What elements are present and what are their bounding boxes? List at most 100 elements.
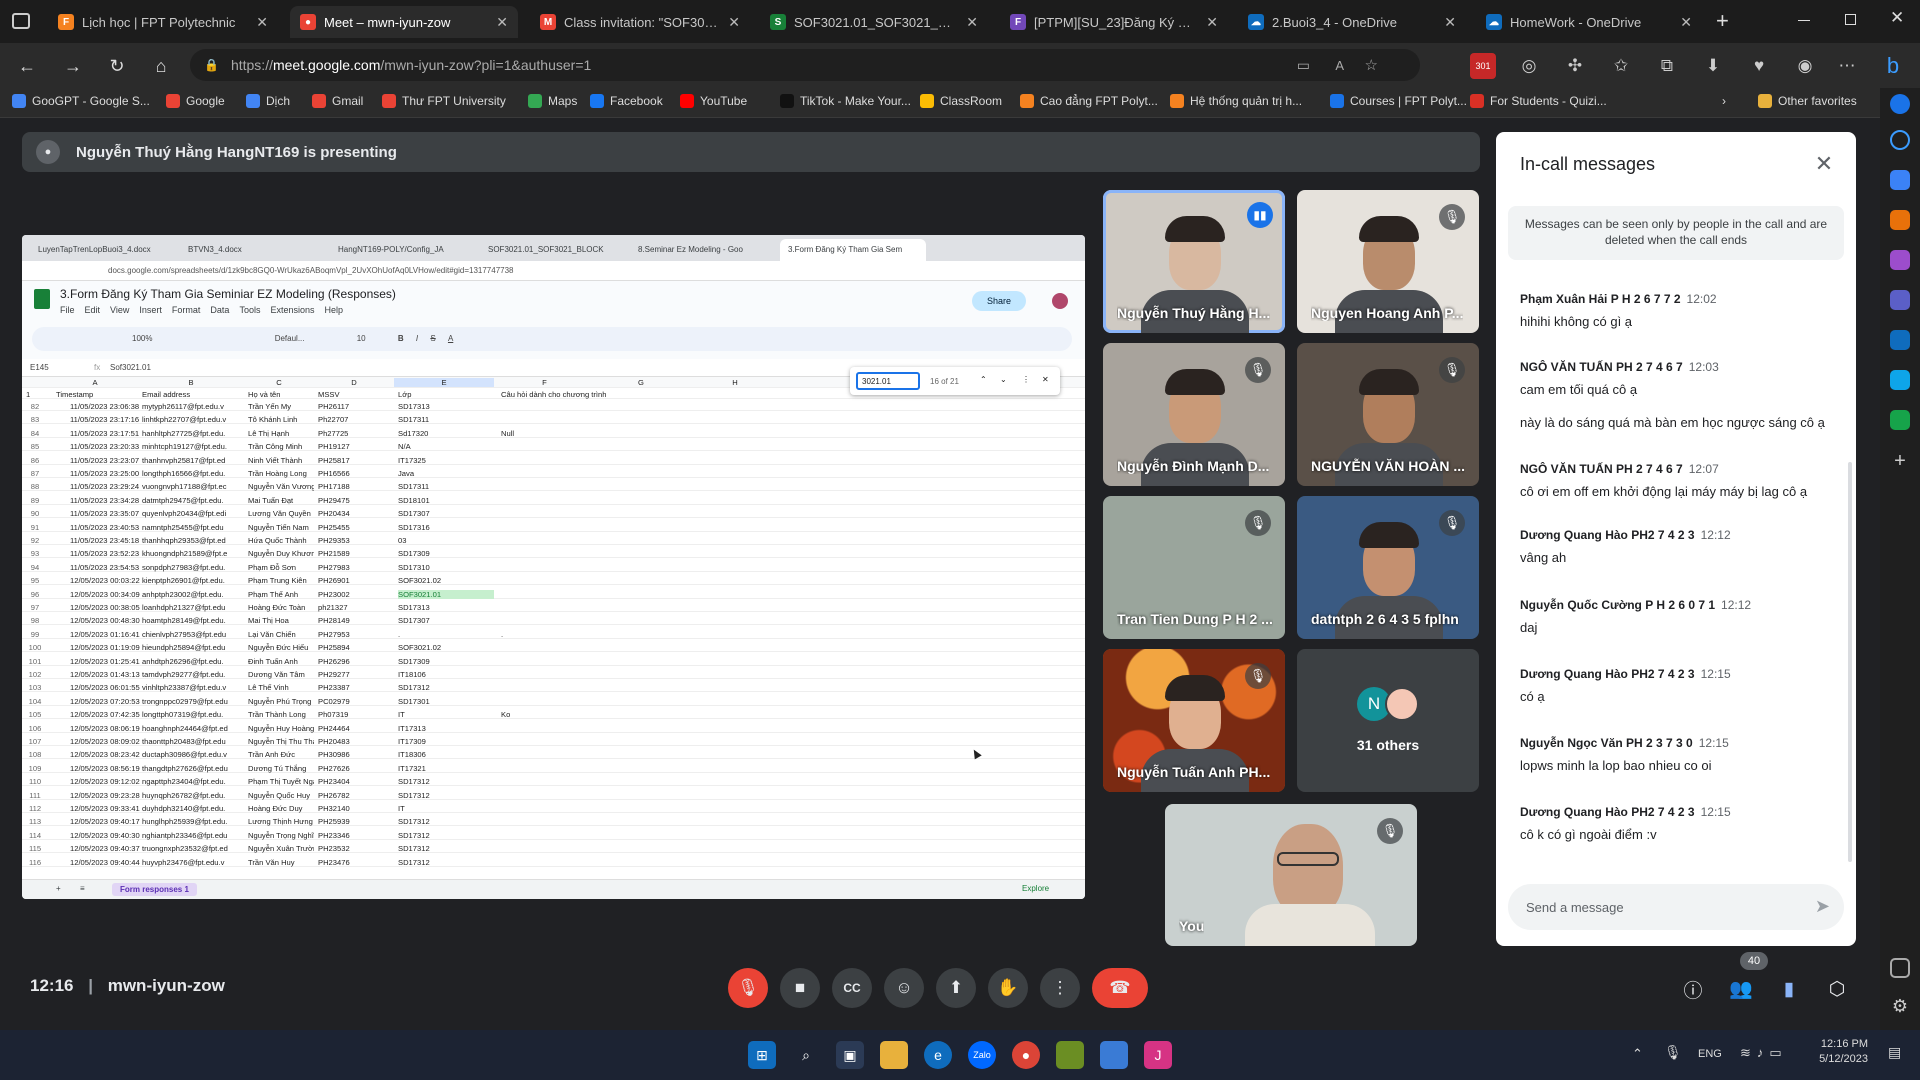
weather-icon[interactable] bbox=[1100, 1041, 1128, 1069]
tab-close-icon[interactable]: ✕ bbox=[966, 14, 978, 31]
drop-icon[interactable] bbox=[1890, 370, 1910, 390]
outlook-icon[interactable] bbox=[1890, 330, 1910, 350]
bookmark-item[interactable]: For Students - Quizi... bbox=[1470, 94, 1607, 108]
bookmarks-overflow-chevron-icon[interactable]: › bbox=[1722, 94, 1726, 108]
bookmark-item[interactable]: Maps bbox=[528, 94, 577, 108]
edge-icon[interactable]: e bbox=[924, 1041, 952, 1069]
participant-tile[interactable]: ▮▮ Nguyễn Thuý Hằng H... bbox=[1103, 190, 1285, 333]
send-icon[interactable]: ➤ bbox=[1815, 896, 1830, 917]
bookmark-item[interactable]: Dịch bbox=[246, 94, 290, 108]
favorite-star-icon[interactable]: ☆ bbox=[1365, 56, 1378, 74]
extension-icon[interactable]: ◎ bbox=[1516, 53, 1542, 79]
bookmark-item[interactable]: YouTube bbox=[680, 94, 747, 108]
tab-close-icon[interactable]: ✕ bbox=[256, 14, 268, 31]
participant-tile[interactable]: 🎙 Tran Tien Dung P H 2 ... bbox=[1103, 496, 1285, 639]
mic-off-button[interactable]: 🎙 bbox=[728, 968, 768, 1008]
participant-tile[interactable]: 🎙 datntph 2 6 4 3 5 fplhn bbox=[1297, 496, 1479, 639]
settings-more-icon[interactable]: ⋯ bbox=[1834, 53, 1860, 79]
bookmark-item[interactable]: Gmail bbox=[312, 94, 363, 108]
tab-close-icon[interactable]: ✕ bbox=[1444, 14, 1456, 31]
self-tile[interactable]: 🎙 You bbox=[1165, 804, 1417, 946]
jetbrains-icon[interactable]: J bbox=[1144, 1041, 1172, 1069]
search-icon[interactable] bbox=[1890, 130, 1910, 150]
read-aloud-icon[interactable]: A bbox=[1335, 58, 1344, 73]
zalo-icon[interactable]: Zalo bbox=[968, 1041, 996, 1069]
participant-tile[interactable]: 🎙 NGUYỄN VĂN HOÀN ... bbox=[1297, 343, 1479, 486]
others-tile[interactable]: N 31 others bbox=[1297, 649, 1479, 792]
camera-button[interactable]: ■ bbox=[780, 968, 820, 1008]
browser-tab[interactable]: F Lịch học | FPT Polytechnic ✕ bbox=[48, 6, 278, 38]
add-sidebar-app-icon[interactable]: + bbox=[1890, 451, 1910, 472]
people-icon[interactable]: 👥 bbox=[1726, 976, 1756, 1002]
raise-hand-button[interactable]: ✋ bbox=[988, 968, 1028, 1008]
bookmark-item[interactable]: ClassRoom bbox=[920, 94, 1002, 108]
tab-close-icon[interactable]: ✕ bbox=[1206, 14, 1218, 31]
browser-tab[interactable]: M Class invitation: "SOF3021.01_SO ✕ bbox=[530, 6, 750, 38]
extensions-puzzle-icon[interactable]: ✣ bbox=[1562, 53, 1588, 79]
other-favorites-folder[interactable]: Other favorites bbox=[1758, 94, 1857, 108]
tab-close-icon[interactable]: ✕ bbox=[496, 14, 508, 31]
chat-close-icon[interactable]: ✕ bbox=[1812, 152, 1836, 176]
bookmark-item[interactable]: Cao đẳng FPT Polyt... bbox=[1020, 94, 1158, 108]
bookmark-item[interactable]: GooGPT - Google S... bbox=[12, 94, 150, 108]
close-window-button[interactable]: ✕ bbox=[1890, 8, 1904, 28]
bookmark-item[interactable]: TikTok - Make Your... bbox=[780, 94, 911, 108]
bing-copilot-icon[interactable]: b bbox=[1880, 53, 1906, 79]
collections-icon[interactable]: ⧉ bbox=[1654, 53, 1680, 79]
sidebar-layout-icon[interactable] bbox=[1890, 958, 1910, 978]
meeting-details-icon[interactable]: ⓘ bbox=[1678, 976, 1708, 1002]
browser-tab[interactable]: S SOF3021.01_SOF3021_BLOCK1_ ✕ bbox=[760, 6, 988, 38]
activities-icon[interactable]: ⬡ bbox=[1822, 976, 1852, 1002]
participant-tile[interactable]: 🎙 Nguyễn Đình Mạnh D... bbox=[1103, 343, 1285, 486]
address-bar[interactable]: 🔒 https://meet.google.com/mwn-iyun-zow?p… bbox=[190, 49, 1420, 81]
leave-call-button[interactable]: ☎ bbox=[1092, 968, 1148, 1008]
microsoft-365-icon[interactable] bbox=[1890, 290, 1910, 310]
bookmark-item[interactable]: Thư FPT University bbox=[382, 94, 506, 108]
browser-tab[interactable]: F [PTPM][SU_23]Đăng Ký Seminar ✕ bbox=[1000, 6, 1228, 38]
language-indicator[interactable]: ENG bbox=[1698, 1048, 1722, 1060]
notification-center-icon[interactable]: ▤ bbox=[1888, 1044, 1901, 1061]
tab-close-icon[interactable]: ✕ bbox=[728, 14, 740, 31]
extension-badge-icon[interactable]: 301 bbox=[1470, 53, 1496, 79]
bookmark-item[interactable]: Courses | FPT Polyt... bbox=[1330, 94, 1467, 108]
store-icon[interactable]: ▣ bbox=[836, 1041, 864, 1069]
chat-icon[interactable]: ▮ bbox=[1774, 976, 1804, 1002]
browser-tab[interactable]: ☁ 2.Buoi3_4 - OneDrive ✕ bbox=[1238, 6, 1466, 38]
bookmark-item[interactable]: Google bbox=[166, 94, 225, 108]
present-button[interactable]: ⬆ bbox=[936, 968, 976, 1008]
participant-tile[interactable]: 🎙 Nguyễn Tuấn Anh PH... bbox=[1103, 649, 1285, 792]
app-icon[interactable] bbox=[1056, 1041, 1084, 1069]
home-button[interactable]: ⌂ bbox=[146, 51, 176, 81]
browser-tab[interactable]: ● Meet – mwn-iyun-zow ✕ bbox=[290, 6, 518, 38]
chat-scrollbar[interactable] bbox=[1848, 462, 1852, 862]
notification-bell-icon[interactable] bbox=[1890, 94, 1910, 114]
chat-message-input[interactable]: Send a message ➤ bbox=[1508, 884, 1844, 930]
restore-button[interactable] bbox=[1845, 14, 1856, 25]
tray-chevron-icon[interactable]: ⌃ bbox=[1632, 1046, 1643, 1062]
back-button[interactable]: ← bbox=[12, 51, 42, 81]
taskbar-clock[interactable]: 12:16 PM 5/12/2023 bbox=[1808, 1038, 1868, 1065]
camera-permission-icon[interactable]: ▭ bbox=[1297, 57, 1310, 74]
tab-actions-icon[interactable] bbox=[12, 13, 30, 29]
forward-button[interactable]: → bbox=[58, 51, 88, 81]
games-icon[interactable] bbox=[1890, 250, 1910, 270]
bookmark-item[interactable]: Facebook bbox=[590, 94, 663, 108]
reactions-button[interactable]: ☺ bbox=[884, 968, 924, 1008]
minimize-button[interactable] bbox=[1798, 20, 1810, 21]
performance-icon[interactable]: ♥ bbox=[1746, 53, 1772, 79]
tree-icon[interactable] bbox=[1890, 410, 1910, 430]
captions-button[interactable]: CC bbox=[832, 968, 872, 1008]
new-tab-button[interactable]: + bbox=[1716, 8, 1729, 34]
start-windows-icon[interactable]: ⊞ bbox=[748, 1041, 776, 1069]
tab-close-icon[interactable]: ✕ bbox=[1680, 14, 1692, 31]
profile-avatar[interactable]: ◉ bbox=[1792, 53, 1818, 79]
participant-tile[interactable]: 🎙 Nguyen Hoang Anh P... bbox=[1297, 190, 1479, 333]
wifi-volume-battery-icon[interactable]: ≋♪▭ bbox=[1740, 1045, 1788, 1061]
tools-briefcase-icon[interactable] bbox=[1890, 210, 1910, 230]
file-explorer-icon[interactable] bbox=[880, 1041, 908, 1069]
shopping-tag-icon[interactable] bbox=[1890, 170, 1910, 190]
chrome-icon[interactable]: ● bbox=[1012, 1041, 1040, 1069]
reload-button[interactable]: ↻ bbox=[102, 51, 132, 81]
sidebar-settings-gear-icon[interactable]: ⚙ bbox=[1890, 996, 1910, 1016]
taskbar-search-icon[interactable]: ⌕ bbox=[792, 1041, 820, 1069]
